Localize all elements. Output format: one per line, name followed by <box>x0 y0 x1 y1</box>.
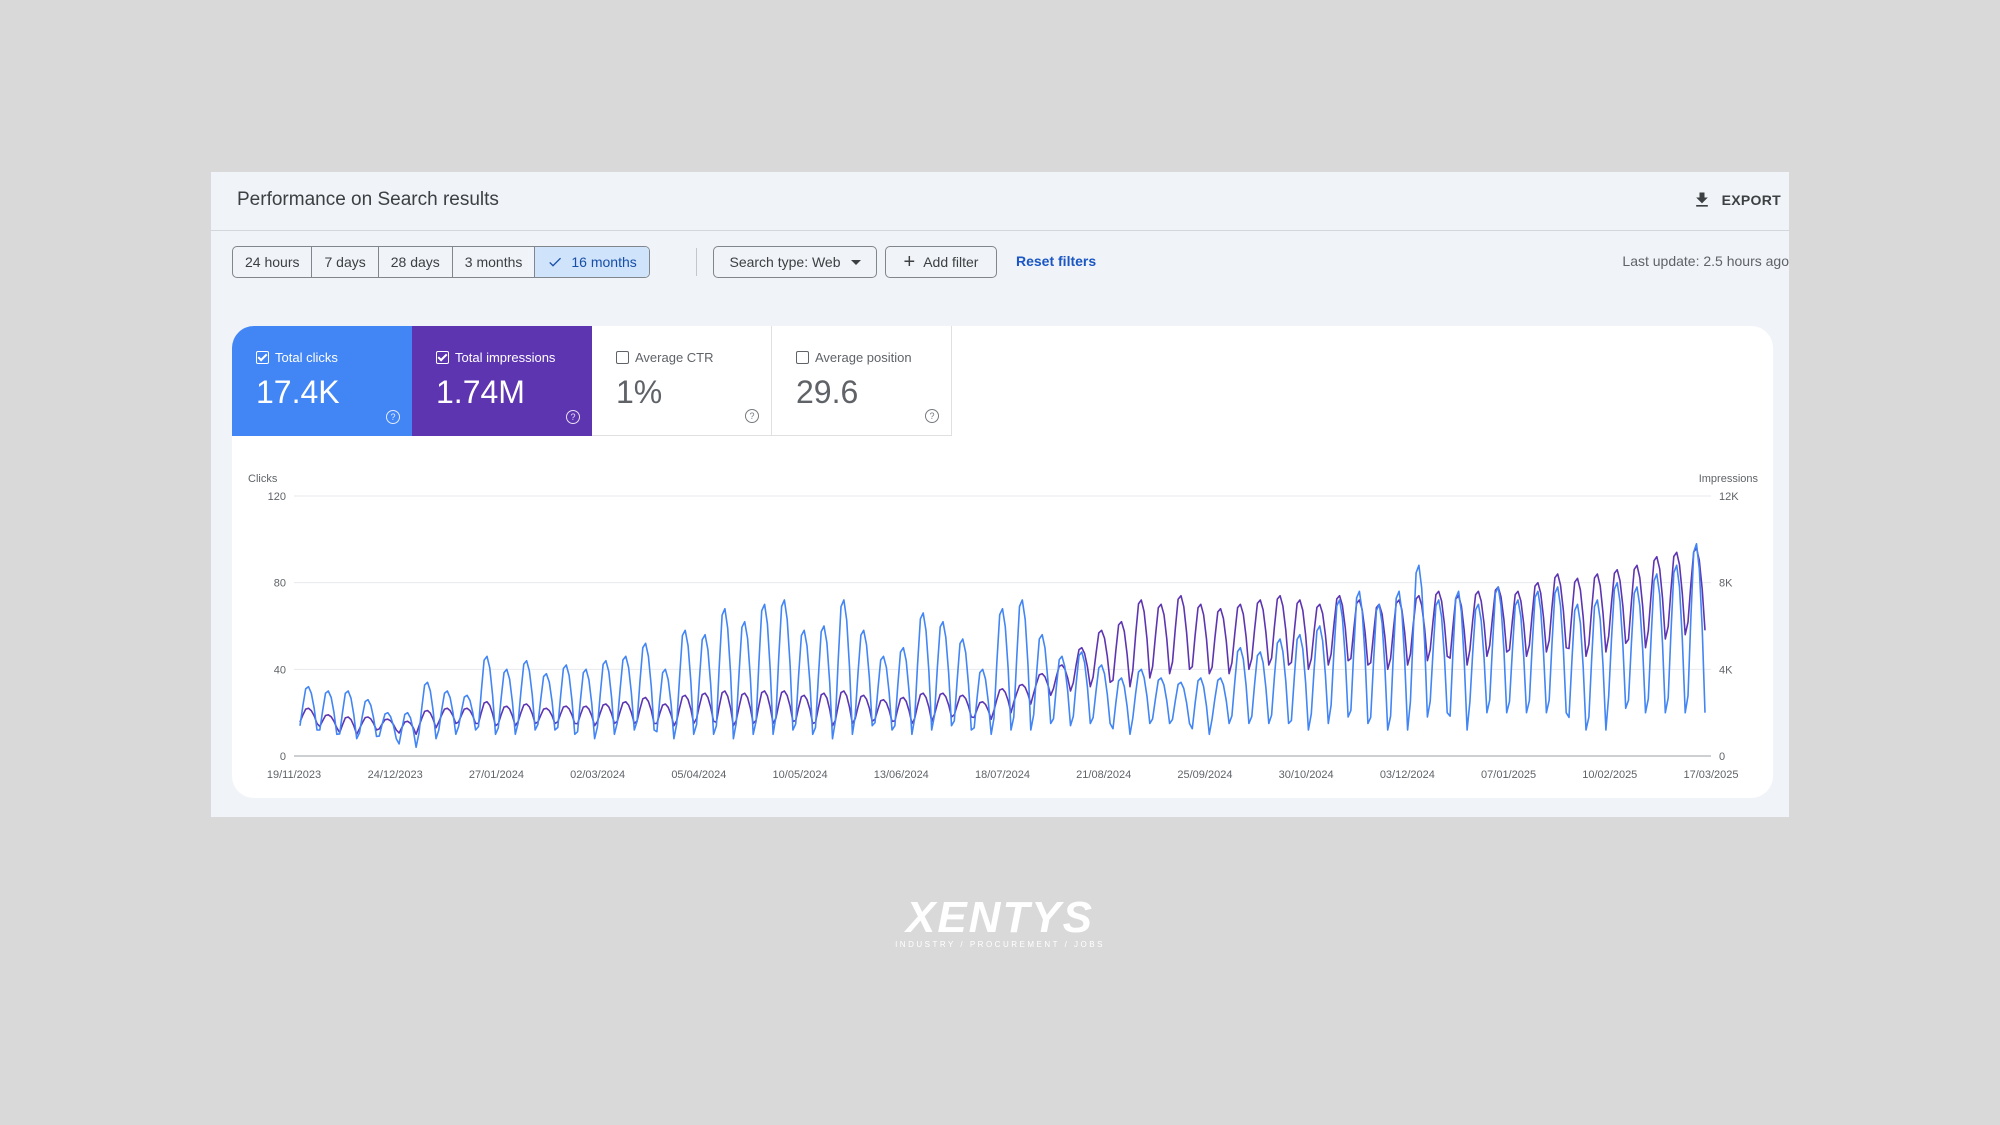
metric-value: 1.74M <box>436 374 525 410</box>
y-tick-label: 80 <box>274 578 286 590</box>
checkbox-icon[interactable] <box>616 351 629 364</box>
range-7-days[interactable]: 7 days <box>312 247 379 277</box>
series-line-clicks <box>299 542 1706 749</box>
x-tick-label: 27/01/2024 <box>469 769 524 781</box>
caret-down-icon <box>850 259 861 265</box>
range-24-hours[interactable]: 24 hours <box>233 247 313 277</box>
performance-panel: Performance on Search results EXPORT 24 … <box>211 172 1789 817</box>
export-button[interactable]: EXPORT <box>1692 188 1781 212</box>
metric-value: 17.4K <box>256 374 340 410</box>
y-tick-label: 120 <box>268 491 286 503</box>
check-icon <box>549 257 562 267</box>
metric-label: Total impressions <box>455 350 556 365</box>
search-type-label: Search type: Web <box>729 254 841 270</box>
y2-tick-label: 4K <box>1719 664 1733 676</box>
x-tick-label: 25/09/2024 <box>1177 769 1232 781</box>
reset-filters-link[interactable]: Reset filters <box>1016 253 1096 269</box>
metric-value: 29.6 <box>796 374 859 410</box>
help-icon[interactable]: ? <box>925 409 939 423</box>
x-tick-label: 18/07/2024 <box>975 769 1030 781</box>
y-tick-label: 0 <box>280 751 286 763</box>
y-tick-label: 40 <box>274 664 286 676</box>
x-tick-label: 13/06/2024 <box>874 769 929 781</box>
panel-header: Performance on Search results EXPORT <box>211 172 1789 231</box>
x-tick-label: 02/03/2024 <box>570 769 625 781</box>
y2-axis-label: Impressions <box>1699 473 1759 485</box>
metric-label: Average position <box>815 350 912 365</box>
metric-total-impressions[interactable]: Total impressions 1.74M ? <box>412 326 592 436</box>
last-update-text: Last update: 2.5 hours ago <box>1622 253 1789 269</box>
metric-label: Average CTR <box>635 350 714 365</box>
metric-total-clicks[interactable]: Total clicks 17.4K ? <box>232 326 412 436</box>
y-axis-label: Clicks <box>248 473 278 485</box>
download-icon <box>1695 192 1708 207</box>
toolbar-divider <box>696 248 697 276</box>
x-tick-label: 30/10/2024 <box>1279 769 1334 781</box>
plus-icon: + <box>903 251 916 273</box>
x-tick-label: 21/08/2024 <box>1076 769 1131 781</box>
x-tick-label: 10/02/2025 <box>1582 769 1637 781</box>
brand-tagline: INDUSTRY / PROCUREMENT / JOBS <box>895 940 1105 949</box>
metric-value: 1% <box>616 374 663 410</box>
export-label: EXPORT <box>1721 192 1781 208</box>
add-filter-button[interactable]: + Add filter <box>885 246 997 278</box>
performance-card: Total clicks 17.4K ? Total impressions 1… <box>232 326 1773 798</box>
brand-name: XENTYS <box>905 893 1095 942</box>
range-28-days[interactable]: 28 days <box>379 247 453 277</box>
metric-average-position[interactable]: Average position 29.6 ? <box>772 326 952 436</box>
series-line-impressions <box>299 547 1706 736</box>
checkbox-icon[interactable] <box>436 351 449 364</box>
x-tick-label: 19/11/2023 <box>267 769 321 781</box>
checkbox-icon[interactable] <box>256 351 269 364</box>
range-16-months-label: 16 months <box>571 254 637 270</box>
range-3-months[interactable]: 3 months <box>453 247 536 277</box>
search-type-dropdown[interactable]: Search type: Web <box>713 246 877 278</box>
help-icon[interactable]: ? <box>745 409 759 423</box>
x-tick-label: 05/04/2024 <box>671 769 726 781</box>
page-title: Performance on Search results <box>237 189 499 210</box>
y2-tick-label: 8K <box>1719 578 1733 590</box>
x-tick-label: 24/12/2023 <box>368 769 423 781</box>
brand-logo: XENTYS INDUSTRY / PROCUREMENT / JOBS <box>893 896 1107 950</box>
help-icon[interactable]: ? <box>566 410 580 424</box>
y2-tick-label: 12K <box>1719 491 1739 503</box>
range-16-months[interactable]: 16 months <box>535 247 649 277</box>
x-tick-label: 03/12/2024 <box>1380 769 1435 781</box>
metric-label: Total clicks <box>275 350 338 365</box>
x-tick-label: 17/03/2025 <box>1683 769 1738 781</box>
date-range-selector: 24 hours 7 days 28 days 3 months 16 mont… <box>232 246 650 278</box>
performance-chart: 0 0 40 4K 80 8K 120 12K Clicks Impressions 19/11/2… <box>248 473 1759 781</box>
metric-average-ctr[interactable]: Average CTR 1% ? <box>592 326 772 436</box>
x-tick-label: 07/01/2025 <box>1481 769 1536 781</box>
help-icon[interactable]: ? <box>386 410 400 424</box>
x-tick-label: 10/05/2024 <box>773 769 828 781</box>
y2-tick-label: 0 <box>1719 751 1725 763</box>
add-filter-label: Add filter <box>923 254 979 270</box>
checkbox-icon[interactable] <box>796 351 809 364</box>
